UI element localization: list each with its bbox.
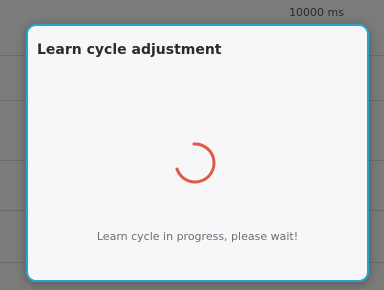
dialog-title: Learn cycle adjustment [37, 42, 222, 58]
learn-cycle-dialog: Learn cycle adjustment Learn cycle in pr… [26, 24, 369, 282]
status-message: Learn cycle in progress, please wait! [96, 230, 299, 243]
loading-spinner-icon [175, 142, 216, 184]
background-value-label: 10000 ms [289, 6, 344, 19]
